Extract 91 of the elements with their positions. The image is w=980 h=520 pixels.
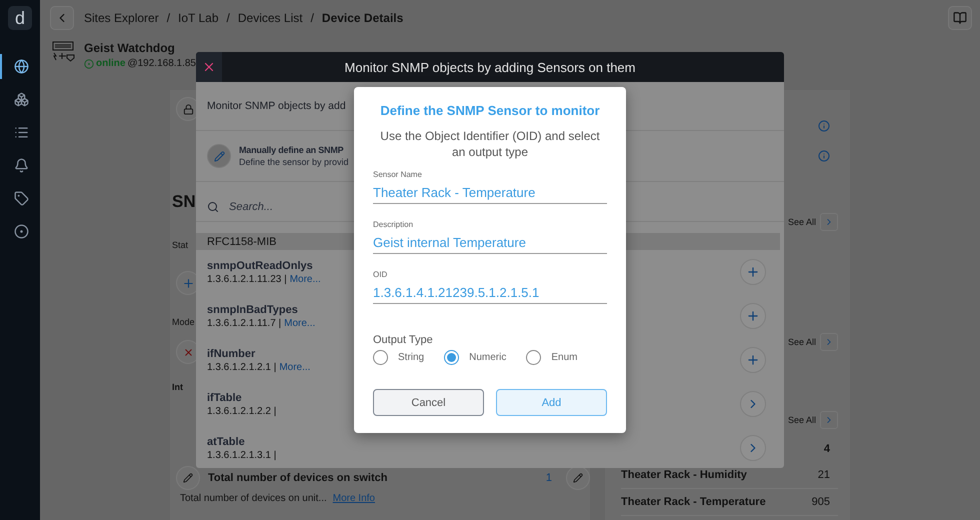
object-name: atTable bbox=[207, 436, 246, 448]
sensor-name: Theater Rack - Humidity bbox=[621, 469, 747, 481]
pencil-icon bbox=[176, 466, 200, 490]
object-name: ifTable bbox=[207, 392, 243, 404]
edit-button[interactable] bbox=[566, 466, 590, 490]
more-info-link[interactable]: More Info bbox=[332, 493, 375, 505]
pencil-icon bbox=[573, 473, 583, 483]
chevron-right-icon bbox=[820, 213, 838, 231]
radio-label: Enum bbox=[551, 352, 578, 363]
breadcrumb-link[interactable]: Device Details bbox=[322, 11, 404, 25]
device-status: online bbox=[96, 58, 126, 69]
chevron-right-icon bbox=[820, 411, 838, 429]
object-oid: 1.3.6.1.2.1.11.7 | bbox=[207, 318, 282, 328]
open-button[interactable] bbox=[740, 391, 766, 417]
field-label: Description bbox=[373, 220, 414, 229]
status-icon bbox=[84, 58, 94, 68]
sensor-description: Total number of devices on unit... bbox=[180, 493, 327, 505]
section-heading: SN bbox=[171, 192, 196, 212]
object-name: snmpOutReadOnlys bbox=[207, 260, 314, 272]
output-type-label: Output Type bbox=[373, 334, 434, 346]
back-button[interactable] bbox=[50, 6, 74, 30]
add-button[interactable]: Add bbox=[496, 389, 607, 416]
sensor-count: 1 bbox=[546, 472, 552, 484]
status-label: Stat bbox=[171, 240, 188, 251]
circle-icon bbox=[14, 224, 28, 239]
manual-option-title: Manually define an SNMP bbox=[239, 145, 344, 155]
add-button[interactable] bbox=[740, 259, 766, 285]
see-all-button[interactable]: See All bbox=[788, 334, 838, 350]
breadcrumb-link[interactable]: Devices List bbox=[238, 11, 303, 25]
breadcrumb-separator: / bbox=[166, 11, 170, 25]
plus-icon bbox=[182, 276, 194, 290]
add-button[interactable] bbox=[740, 347, 766, 373]
search-icon bbox=[207, 201, 219, 213]
see-all-button[interactable]: See All bbox=[788, 412, 838, 428]
list-icon bbox=[14, 125, 28, 140]
breadcrumb-separator: / bbox=[226, 11, 230, 25]
radio-label: String bbox=[398, 352, 424, 363]
guide-button[interactable] bbox=[948, 6, 972, 30]
info-icon bbox=[818, 150, 830, 162]
bell-icon bbox=[14, 158, 28, 173]
app-logo: d bbox=[8, 6, 32, 30]
close-button[interactable] bbox=[196, 52, 222, 82]
object-oid: 1.3.6.1.2.1.2.1 | bbox=[207, 362, 276, 372]
summary-value: 4 bbox=[824, 443, 831, 456]
book-icon bbox=[953, 11, 967, 25]
object-name: ifNumber bbox=[207, 348, 256, 360]
see-all-button[interactable]: See All bbox=[788, 214, 838, 230]
close-icon bbox=[202, 60, 216, 74]
add-button[interactable] bbox=[740, 303, 766, 329]
more-link[interactable]: More... bbox=[284, 318, 316, 328]
more-link[interactable]: More... bbox=[290, 274, 321, 284]
sensor-name: Theater Rack - Temperature bbox=[621, 496, 766, 508]
info-icon bbox=[818, 120, 830, 132]
radio-button[interactable] bbox=[526, 350, 542, 365]
cubes-icon bbox=[14, 92, 28, 107]
breadcrumb-link[interactable]: Sites Explorer bbox=[84, 11, 159, 25]
chevron-right-icon bbox=[820, 333, 838, 351]
rack-icon bbox=[52, 41, 76, 63]
manual-option-subtitle: Define the sensor by provid bbox=[239, 157, 349, 167]
object-oid: 1.3.6.1.2.1.2.2 | bbox=[207, 406, 276, 416]
radio-label: Numeric bbox=[469, 352, 506, 363]
interval-label: Int bbox=[171, 382, 183, 393]
object-name: snmpInBadTypes bbox=[207, 304, 299, 316]
breadcrumb-link[interactable]: IoT Lab bbox=[178, 11, 219, 25]
breadcrumb-separator: / bbox=[310, 11, 314, 25]
device-address: @192.168.1.85 bbox=[127, 58, 196, 69]
dialog-title: Define the SNMP Sensor to monitor bbox=[379, 103, 601, 118]
sensor-title: Total number of devices on switch bbox=[208, 472, 388, 484]
open-button[interactable] bbox=[740, 435, 766, 461]
cancel-button[interactable]: Cancel bbox=[373, 389, 484, 416]
modal-intro: Monitor SNMP objects by add bbox=[207, 100, 346, 112]
sensor-value: 21 bbox=[818, 469, 830, 481]
globe-icon bbox=[14, 59, 28, 74]
radio-button[interactable] bbox=[444, 350, 460, 365]
dialog-subtitle: Use the Object Identifier (OID) and select an output type bbox=[379, 128, 601, 160]
modal-title: Monitor SNMP objects by adding Sensors on them bbox=[344, 60, 636, 74]
device-name: Geist Watchdog bbox=[84, 41, 176, 55]
sensor-value: 905 bbox=[812, 496, 830, 508]
close-icon bbox=[182, 346, 194, 358]
plus-icon bbox=[746, 353, 760, 367]
pencil-icon bbox=[207, 144, 231, 168]
object-oid: 1.3.6.1.2.1.11.23 | bbox=[207, 274, 287, 284]
object-oid: 1.3.6.1.2.1.3.1 | bbox=[207, 450, 276, 460]
plus-icon bbox=[746, 309, 760, 323]
radio-button[interactable] bbox=[373, 350, 388, 365]
more-link[interactable]: More... bbox=[279, 362, 310, 372]
mode-label: Mode bbox=[171, 317, 195, 328]
plus-icon bbox=[746, 265, 760, 279]
field-label: OID bbox=[373, 270, 388, 279]
field-label: Sensor Name bbox=[373, 170, 422, 179]
tag-icon bbox=[14, 191, 28, 206]
